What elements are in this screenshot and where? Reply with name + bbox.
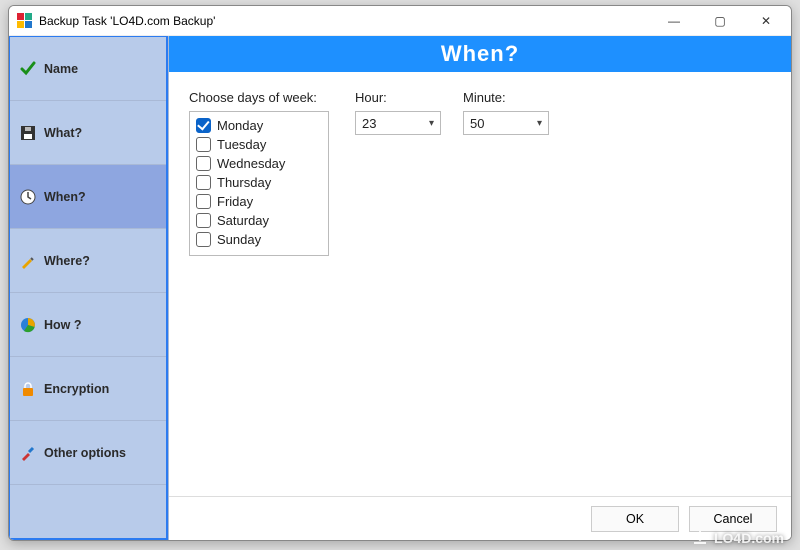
hour-label: Hour: (355, 90, 441, 105)
day-item-sunday[interactable]: Sunday (196, 230, 322, 249)
day-item-saturday[interactable]: Saturday (196, 211, 322, 230)
chevron-down-icon: ▾ (429, 118, 434, 129)
day-item-tuesday[interactable]: Tuesday (196, 135, 322, 154)
minimize-icon: — (668, 14, 680, 28)
maximize-icon: ▢ (714, 14, 725, 28)
checkbox-saturday[interactable] (196, 213, 211, 228)
days-listbox[interactable]: Monday Tuesday Wednesday (189, 111, 329, 256)
lock-icon (20, 381, 36, 397)
minute-combobox[interactable]: 50 ▾ (463, 111, 549, 135)
window-title: Backup Task 'LO4D.com Backup' (39, 14, 215, 28)
day-label: Thursday (217, 175, 271, 190)
schedule-pane: Choose days of week: Monday Tuesday (169, 72, 791, 496)
day-item-friday[interactable]: Friday (196, 192, 322, 211)
close-icon: ✕ (761, 14, 771, 28)
sidebar-item-what[interactable]: What? (10, 101, 166, 165)
ok-label: OK (626, 512, 644, 526)
page-banner: When? (169, 36, 791, 72)
days-label: Choose days of week: (189, 90, 329, 105)
checkbox-wednesday[interactable] (196, 156, 211, 171)
checkbox-sunday[interactable] (196, 232, 211, 247)
sidebar-item-name[interactable]: Name (10, 37, 166, 101)
day-item-monday[interactable]: Monday (196, 116, 322, 135)
day-item-thursday[interactable]: Thursday (196, 173, 322, 192)
sidebar-item-where[interactable]: Where? (10, 229, 166, 293)
sidebar-item-encryption[interactable]: Encryption (10, 357, 166, 421)
day-label: Tuesday (217, 137, 266, 152)
minimize-button[interactable]: — (651, 6, 697, 36)
checkbox-monday[interactable] (196, 118, 211, 133)
page-title: When? (441, 41, 519, 67)
sidebar-item-label: Where? (44, 254, 90, 268)
hour-value: 23 (362, 116, 376, 131)
day-label: Wednesday (217, 156, 285, 171)
sidebar-item-label: How ? (44, 318, 82, 332)
minute-value: 50 (470, 116, 484, 131)
checkbox-tuesday[interactable] (196, 137, 211, 152)
watermark-text: LO4D.com (714, 530, 784, 546)
sidebar-item-label: Other options (44, 446, 126, 460)
sidebar-item-label: Encryption (44, 382, 109, 396)
close-button[interactable]: ✕ (743, 6, 789, 36)
clock-icon (20, 189, 36, 205)
sidebar-item-how[interactable]: How ? (10, 293, 166, 357)
day-label: Friday (217, 194, 253, 209)
download-icon (692, 530, 708, 546)
day-label: Monday (217, 118, 263, 133)
sidebar-item-label: What? (44, 126, 82, 140)
minute-label: Minute: (463, 90, 549, 105)
checkbox-thursday[interactable] (196, 175, 211, 190)
ok-button[interactable]: OK (591, 506, 679, 532)
content: When? Choose days of week: Monday (169, 36, 791, 540)
pencil-tools-icon (20, 253, 36, 269)
cancel-label: Cancel (714, 512, 753, 526)
sidebar-item-other[interactable]: Other options (10, 421, 166, 485)
maximize-button[interactable]: ▢ (697, 6, 743, 36)
sidebar: Name What? When? (9, 36, 169, 540)
sidebar-item-label: When? (44, 190, 86, 204)
day-label: Saturday (217, 213, 269, 228)
sidebar-item-label: Name (44, 62, 78, 76)
cancel-button[interactable]: Cancel (689, 506, 777, 532)
check-icon (20, 61, 36, 77)
chevron-down-icon: ▾ (537, 118, 542, 129)
checkbox-friday[interactable] (196, 194, 211, 209)
dialog-window: Backup Task 'LO4D.com Backup' — ▢ ✕ Name… (8, 5, 792, 541)
tools-icon (20, 445, 36, 461)
pie-icon (20, 317, 36, 333)
app-icon (17, 13, 33, 29)
day-label: Sunday (217, 232, 261, 247)
watermark: LO4D.com (692, 530, 784, 546)
sidebar-item-when[interactable]: When? (10, 165, 166, 229)
floppy-icon (20, 125, 36, 141)
hour-combobox[interactable]: 23 ▾ (355, 111, 441, 135)
titlebar: Backup Task 'LO4D.com Backup' — ▢ ✕ (9, 6, 791, 36)
day-item-wednesday[interactable]: Wednesday (196, 154, 322, 173)
